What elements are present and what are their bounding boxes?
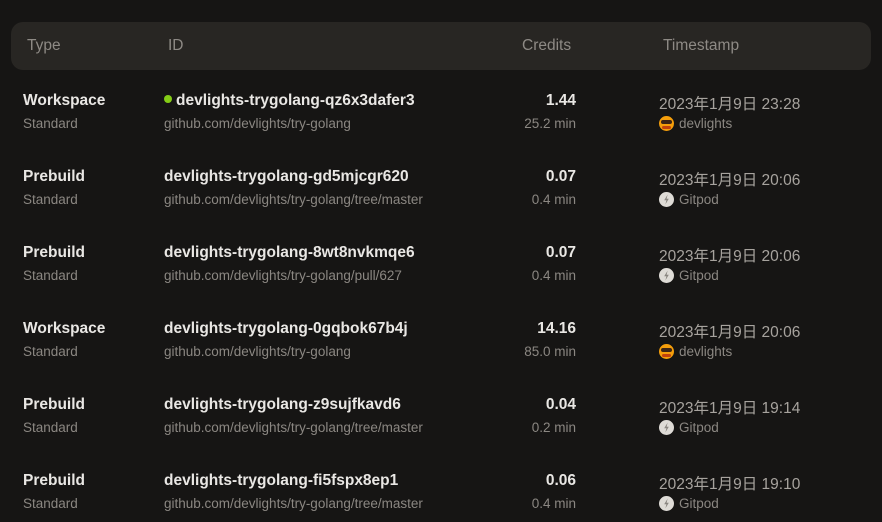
instance-id-text: devlights-trygolang-z9sujfkavd6: [164, 396, 401, 413]
usage-type: Prebuild: [23, 168, 86, 185]
owner-name: devlights: [679, 344, 733, 359]
workspace-class: Standard: [23, 496, 78, 511]
owner-name: Gitpod: [679, 268, 719, 283]
context-url: github.com/devlights/try-golang/pull/627: [164, 268, 402, 283]
instance-id: devlights-trygolang-gd5mjcgr620: [164, 168, 409, 186]
usage-type: Workspace: [23, 320, 106, 337]
instance-id-text: devlights-trygolang-gd5mjcgr620: [164, 168, 409, 185]
gitpod-icon: [659, 420, 674, 435]
gitpod-icon: [659, 268, 674, 283]
column-header-timestamp: Timestamp: [663, 37, 740, 54]
timestamp-value: 2023年1月9日 20:06: [659, 172, 801, 189]
usage-table-body: Workspace Standard devlights-trygolang-qz6…: [0, 80, 882, 522]
table-row[interactable]: Workspace Standard devlights-trygolang-qz6…: [0, 80, 882, 156]
instance-id: devlights-trygolang-fi5fspx8ep1: [164, 472, 398, 490]
column-header-id: ID: [168, 37, 184, 54]
timestamp-value: 2023年1月9日 19:14: [659, 400, 801, 417]
column-header-type: Type: [27, 37, 61, 54]
usage-type: Prebuild: [23, 244, 86, 261]
gitpod-icon: [659, 496, 674, 511]
workspace-class: Standard: [23, 192, 78, 207]
usage-type: Prebuild: [23, 472, 86, 489]
credits-value: 14.16: [537, 320, 576, 337]
user-avatar-icon: [659, 344, 674, 359]
duration-value: 0.2 min: [531, 420, 576, 435]
instance-id: devlights-trygolang-z9sujfkavd6: [164, 396, 401, 414]
duration-value: 25.2 min: [524, 116, 576, 131]
duration-value: 0.4 min: [531, 268, 576, 283]
owner: devlights: [659, 344, 732, 359]
column-header-credits: Credits: [522, 37, 572, 54]
owner: Gitpod: [659, 496, 719, 511]
credits-value: 0.04: [545, 396, 576, 413]
instance-id-text: devlights-trygolang-fi5fspx8ep1: [164, 472, 399, 489]
table-row[interactable]: Workspace Standard devlights-trygolang-0gq…: [0, 308, 882, 384]
user-avatar-icon: [659, 116, 674, 131]
table-row[interactable]: Prebuild Standard devlights-trygolang-z9su…: [0, 384, 882, 460]
duration-value: 0.4 min: [531, 192, 576, 207]
gitpod-icon: [659, 192, 674, 207]
context-url: github.com/devlights/try-golang: [164, 344, 351, 359]
running-status-dot: [164, 95, 172, 103]
table-row[interactable]: Prebuild Standard devlights-trygolang-8wt8…: [0, 232, 882, 308]
instance-id-text: devlights-trygolang-8wt8nvkmqe6: [164, 244, 415, 261]
owner-name: Gitpod: [679, 420, 719, 435]
usage-type: Prebuild: [23, 396, 86, 413]
workspace-class: Standard: [23, 268, 78, 283]
owner-name: Gitpod: [679, 496, 719, 511]
context-url: github.com/devlights/try-golang/tree/mas…: [164, 420, 423, 435]
timestamp-value: 2023年1月9日 20:06: [659, 248, 801, 265]
owner-name: devlights: [679, 116, 733, 131]
instance-id: devlights-trygolang-0gqbok67b4j: [164, 320, 408, 338]
workspace-class: Standard: [23, 344, 78, 359]
instance-id: devlights-trygolang-qz6x3dafer3: [164, 92, 415, 110]
owner: Gitpod: [659, 268, 719, 283]
context-url: github.com/devlights/try-golang/tree/mas…: [164, 496, 423, 511]
credits-value: 0.07: [545, 168, 576, 185]
duration-value: 0.4 min: [531, 496, 576, 511]
context-url: github.com/devlights/try-golang/tree/mas…: [164, 192, 423, 207]
table-row[interactable]: Prebuild Standard devlights-trygolang-fi5f…: [0, 460, 882, 522]
owner: Gitpod: [659, 192, 719, 207]
credits-value: 0.06: [545, 472, 576, 489]
owner: Gitpod: [659, 420, 719, 435]
timestamp-value: 2023年1月9日 19:10: [659, 476, 801, 493]
table-header: Type ID Credits Timestamp: [11, 22, 871, 70]
context-url: github.com/devlights/try-golang: [164, 116, 351, 131]
credits-value: 0.07: [545, 244, 576, 261]
workspace-class: Standard: [23, 116, 78, 131]
duration-value: 85.0 min: [524, 344, 576, 359]
usage-type: Workspace: [23, 92, 106, 109]
workspace-class: Standard: [23, 420, 78, 435]
timestamp-value: 2023年1月9日 20:06: [659, 324, 801, 341]
owner: devlights: [659, 116, 732, 131]
instance-id: devlights-trygolang-8wt8nvkmqe6: [164, 244, 415, 262]
table-row[interactable]: Prebuild Standard devlights-trygolang-gd5m…: [0, 156, 882, 232]
owner-name: Gitpod: [679, 192, 719, 207]
instance-id-text: devlights-trygolang-0gqbok67b4j: [164, 320, 408, 337]
usage-page: Type ID Credits Timestamp Workspace Stand…: [0, 0, 882, 522]
credits-value: 1.44: [545, 92, 576, 109]
timestamp-value: 2023年1月9日 23:28: [659, 96, 801, 113]
instance-id-text: devlights-trygolang-qz6x3dafer3: [176, 92, 415, 109]
